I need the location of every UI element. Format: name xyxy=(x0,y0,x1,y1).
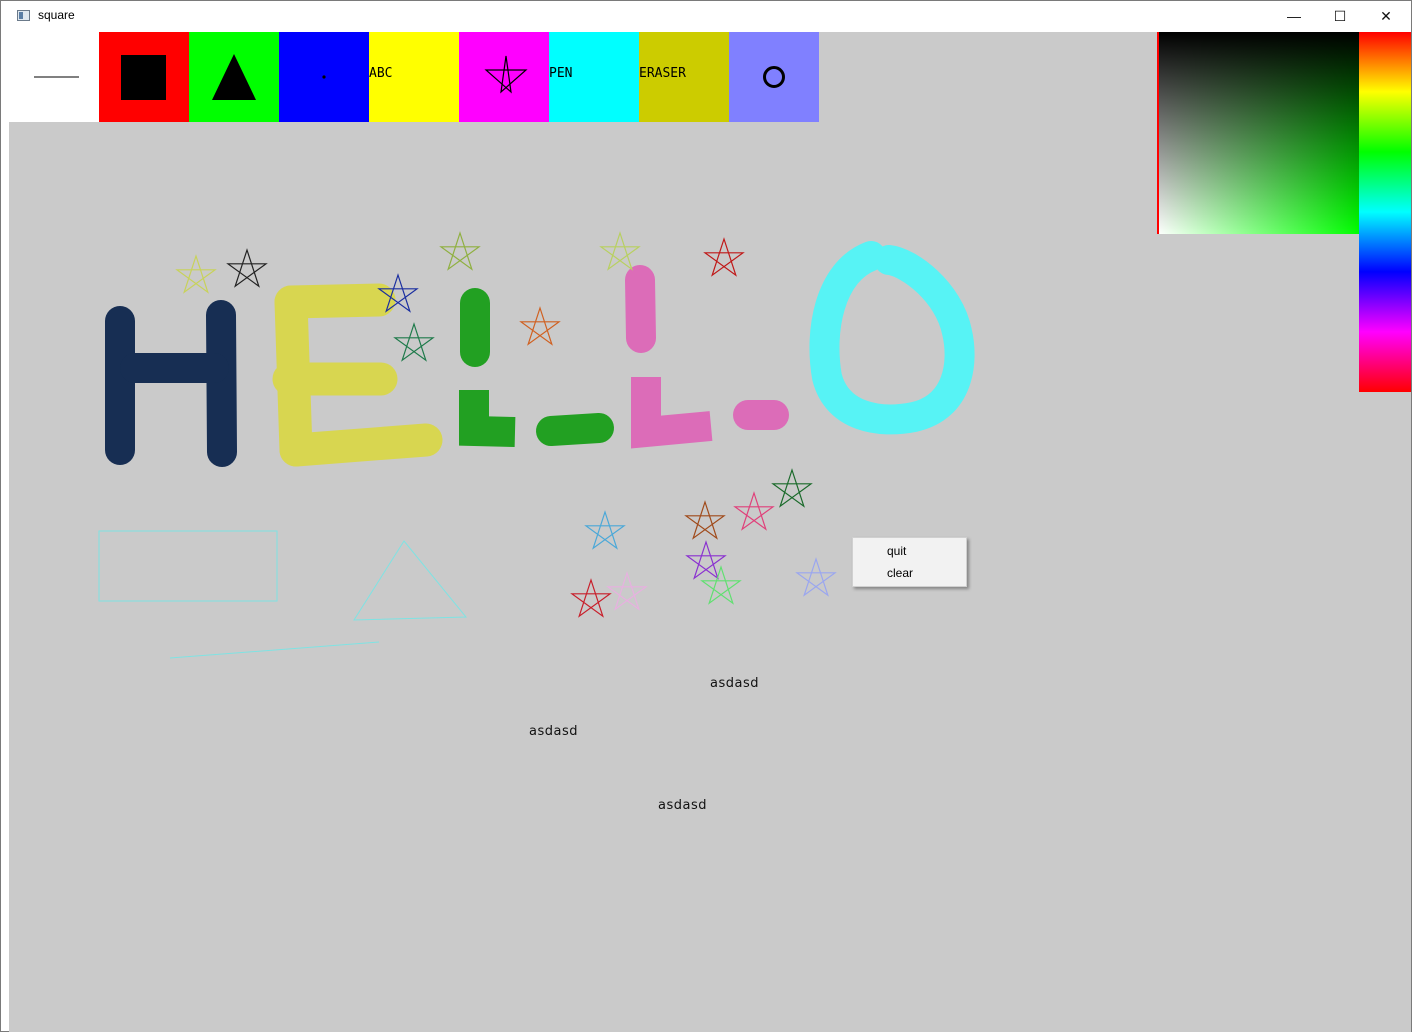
canvas-text-3: asdasd xyxy=(658,798,707,813)
star-stroke xyxy=(584,510,626,550)
maximize-button[interactable]: ☐ xyxy=(1317,1,1363,31)
hello-letter-h xyxy=(105,300,237,467)
star-stroke xyxy=(519,306,561,346)
star-stroke xyxy=(700,565,742,605)
context-menu: quit clear xyxy=(852,537,967,587)
hello-letter-o xyxy=(809,241,975,435)
star-stroke xyxy=(733,491,775,531)
outline-line xyxy=(169,641,380,659)
close-button[interactable]: ✕ xyxy=(1363,1,1409,31)
title-bar[interactable]: square — ☐ ✕ xyxy=(1,1,1411,31)
star-stroke xyxy=(599,231,641,271)
star-stroke xyxy=(684,500,726,540)
star-stroke xyxy=(795,557,837,597)
canvas-text-2: asdasd xyxy=(529,724,578,739)
canvas-text-1: asdasd xyxy=(710,676,759,691)
menu-item-quit[interactable]: quit xyxy=(853,540,966,562)
star-stroke xyxy=(393,322,435,362)
outline-rectangle xyxy=(98,530,278,602)
star-stroke xyxy=(570,578,612,618)
menu-item-clear[interactable]: clear xyxy=(853,562,966,584)
outline-triangle xyxy=(353,540,468,621)
star-stroke xyxy=(606,571,648,611)
hello-letter-l-pink xyxy=(625,265,789,449)
hello-letter-e xyxy=(272,283,443,467)
star-stroke xyxy=(771,468,813,508)
app-window: square — ☐ ✕ ABC PEN ERASER asdasd asdas… xyxy=(0,0,1412,1032)
app-icon xyxy=(17,10,30,21)
star-stroke xyxy=(175,254,217,294)
window-title: square xyxy=(38,8,75,22)
star-stroke xyxy=(703,237,745,277)
drawing-layer xyxy=(98,231,975,659)
star-stroke xyxy=(439,231,481,271)
minimize-button[interactable]: — xyxy=(1271,1,1317,31)
drawing-canvas[interactable]: ABC PEN ERASER asdasd asdasd asdasd quit… xyxy=(9,32,1411,1032)
star-stroke xyxy=(226,248,268,288)
